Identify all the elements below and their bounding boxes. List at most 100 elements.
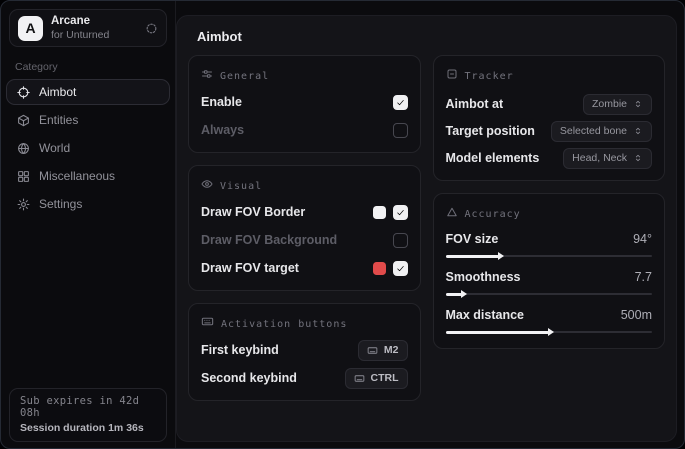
app-window: A Arcane for Unturned Category Aimbot — [0, 0, 685, 449]
app-identity: Arcane for Unturned — [51, 15, 137, 40]
logo-card: A Arcane for Unturned — [9, 9, 167, 47]
second-keybind-button[interactable]: CTRL — [345, 368, 408, 389]
fov-size-slider[interactable] — [446, 251, 653, 261]
model-elements-select[interactable]: Head, Neck — [563, 148, 652, 169]
grid-icon — [17, 170, 30, 183]
page-title: Aimbot — [177, 16, 676, 55]
globe-icon — [17, 142, 30, 155]
key-label: CTRL — [371, 372, 399, 384]
triangle-icon — [446, 205, 458, 223]
toggle-label: Always — [201, 123, 244, 137]
fov-target-checkbox[interactable] — [393, 261, 408, 276]
tracker-card: Tracker Aimbot at Zombie Target position — [433, 55, 666, 181]
fov-border-checkbox[interactable] — [393, 205, 408, 220]
sidebar-item-label: World — [39, 141, 70, 155]
toggle-row-fov-border: Draw FOV Border — [201, 201, 408, 223]
slider-track — [446, 293, 653, 295]
fov-background-checkbox[interactable] — [393, 233, 408, 248]
eye-icon — [201, 177, 213, 195]
select-row-target-position: Target position Selected bone — [446, 120, 653, 142]
panel-title: Tracker — [465, 71, 514, 82]
panel-title: Activation buttons — [221, 319, 347, 330]
keyboard-icon — [367, 345, 378, 356]
always-checkbox[interactable] — [393, 123, 408, 138]
slider-thumb[interactable] — [498, 252, 504, 260]
color-swatch[interactable] — [373, 206, 386, 219]
app-logo: A — [18, 16, 43, 41]
crosshair-icon — [17, 86, 30, 99]
square-minus-icon — [446, 67, 458, 85]
select-value: Zombie — [592, 98, 627, 110]
toggle-row-fov-target: Draw FOV target — [201, 257, 408, 279]
select-label: Aimbot at — [446, 97, 504, 111]
select-value: Head, Neck — [572, 152, 627, 164]
slider-header: Smoothness 7.7 — [446, 270, 653, 284]
chevrons-up-down-icon — [633, 99, 643, 109]
select-row-model-elements: Model elements Head, Neck — [446, 147, 653, 169]
sub-expiry-text: Sub expires in 42d 08h — [20, 395, 156, 419]
enable-checkbox[interactable] — [393, 95, 408, 110]
toggle-label: Draw FOV Background — [201, 233, 337, 247]
toggle-label: Enable — [201, 95, 242, 109]
slider-label: FOV size — [446, 232, 499, 246]
slider-fill — [446, 255, 500, 258]
keybind-label: First keybind — [201, 343, 279, 357]
accuracy-card-header: Accuracy — [446, 205, 653, 223]
toggle-row-always: Always — [201, 119, 408, 141]
smoothness-slider[interactable] — [446, 289, 653, 299]
subscription-card: Sub expires in 42d 08h Session duration … — [9, 388, 167, 442]
sidebar-item-aimbot[interactable]: Aimbot — [6, 79, 170, 105]
slider-header: FOV size 94° — [446, 232, 653, 246]
tracker-card-header: Tracker — [446, 67, 653, 85]
slider-row-smoothness: Smoothness 7.7 — [446, 270, 653, 299]
sidebar-nav: Aimbot Entities World Miscellaneous — [1, 79, 175, 217]
target-position-select[interactable]: Selected bone — [551, 121, 652, 142]
visual-card: Visual Draw FOV Border Draw FOV Backgrou… — [188, 165, 421, 291]
visual-card-header: Visual — [201, 177, 408, 195]
keyboard-icon — [354, 373, 365, 384]
slider-fill — [446, 331, 549, 334]
slider-thumb[interactable] — [461, 290, 467, 298]
slider-row-fov-size: FOV size 94° — [446, 232, 653, 261]
slider-header: Max distance 500m — [446, 308, 653, 322]
first-keybind-button[interactable]: M2 — [358, 340, 408, 361]
sidebar-item-miscellaneous[interactable]: Miscellaneous — [6, 163, 170, 189]
chevrons-up-down-icon — [633, 153, 643, 163]
slider-thumb[interactable] — [548, 328, 554, 336]
app-title: Arcane — [51, 15, 137, 28]
keyboard-icon — [201, 315, 214, 333]
activation-card: Activation buttons First keybind M2 Seco… — [188, 303, 421, 401]
general-card-header: General — [201, 67, 408, 85]
panel-title: Accuracy — [465, 209, 521, 220]
session-duration-text: Session duration 1m 36s — [20, 422, 156, 434]
refresh-icon[interactable] — [145, 22, 158, 35]
sidebar-item-label: Settings — [39, 197, 82, 211]
keybind-row-second: Second keybind CTRL — [201, 367, 408, 389]
keybind-label: Second keybind — [201, 371, 297, 385]
sidebar-item-label: Aimbot — [39, 85, 76, 99]
sidebar-item-world[interactable]: World — [6, 135, 170, 161]
slider-value: 500m — [621, 308, 652, 322]
sidebar-item-label: Entities — [39, 113, 78, 127]
sidebar: A Arcane for Unturned Category Aimbot — [1, 1, 176, 448]
select-row-aimbot-at: Aimbot at Zombie — [446, 93, 653, 115]
select-value: Selected bone — [560, 125, 627, 137]
row-controls — [373, 205, 408, 220]
panel-title: Visual — [220, 181, 262, 192]
category-label: Category — [15, 61, 161, 73]
color-swatch[interactable] — [373, 262, 386, 275]
left-column: General Enable Always — [188, 55, 421, 401]
toggle-row-enable: Enable — [201, 91, 408, 113]
sliders-icon — [201, 67, 213, 85]
gear-icon — [17, 198, 30, 211]
keybind-row-first: First keybind M2 — [201, 339, 408, 361]
sidebar-item-entities[interactable]: Entities — [6, 107, 170, 133]
slider-value: 7.7 — [635, 270, 652, 284]
row-controls — [393, 233, 408, 248]
max-distance-slider[interactable] — [446, 327, 653, 337]
sidebar-item-label: Miscellaneous — [39, 169, 115, 183]
sidebar-item-settings[interactable]: Settings — [6, 191, 170, 217]
slider-label: Max distance — [446, 308, 525, 322]
aimbot-at-select[interactable]: Zombie — [583, 94, 652, 115]
slider-fill — [446, 293, 463, 296]
